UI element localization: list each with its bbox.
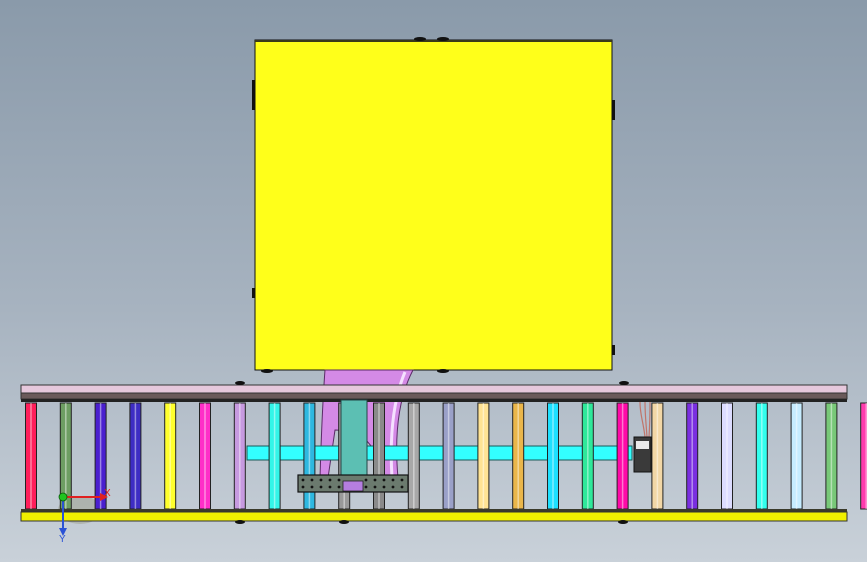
bottom-rail-bolt-3 bbox=[618, 520, 628, 524]
load-block-top-edge bbox=[255, 40, 612, 42]
top-rail-bolt-left bbox=[235, 381, 245, 385]
top-rail[interactable] bbox=[20, 381, 848, 402]
bracket-hole bbox=[364, 478, 368, 482]
bracket-hole bbox=[328, 485, 332, 489]
load-block-face bbox=[254, 39, 613, 371]
roller-group bbox=[25, 402, 867, 510]
load-block[interactable] bbox=[252, 37, 615, 373]
bottom-rail-face bbox=[20, 511, 848, 522]
top-rail-underside bbox=[21, 399, 847, 402]
side-tab-left-top bbox=[252, 80, 255, 110]
bracket-hole bbox=[337, 478, 341, 482]
drive-motor[interactable] bbox=[633, 401, 652, 473]
bracket-hole bbox=[364, 485, 368, 489]
side-tab-left-bottom bbox=[252, 288, 255, 298]
bracket-hole bbox=[391, 478, 395, 482]
y-axis-label: Y bbox=[59, 534, 66, 545]
bracket-plate bbox=[342, 480, 364, 492]
top-rail-bolt-right bbox=[619, 381, 629, 385]
bottom-rail[interactable] bbox=[20, 509, 848, 524]
bracket-hole bbox=[400, 485, 404, 489]
bracket-hole bbox=[301, 485, 305, 489]
motor-label bbox=[636, 441, 649, 449]
bracket-hole bbox=[301, 478, 305, 482]
bracket-hole bbox=[310, 485, 314, 489]
top-rail-lower-strip bbox=[20, 392, 848, 400]
bracket-hole bbox=[310, 478, 314, 482]
bolt-bottom-left bbox=[261, 369, 273, 373]
cad-viewport[interactable] bbox=[0, 0, 867, 562]
bottom-rail-bolt-1 bbox=[235, 520, 245, 524]
top-rail-face bbox=[20, 384, 848, 394]
side-tab-right-bottom bbox=[612, 345, 615, 355]
bracket-hole bbox=[337, 485, 341, 489]
bracket-hole bbox=[319, 485, 323, 489]
motor-cable bbox=[639, 401, 651, 438]
bracket-hole bbox=[400, 478, 404, 482]
bolt-top-right bbox=[437, 37, 449, 41]
origin-marker bbox=[58, 492, 68, 502]
bracket-hole bbox=[373, 485, 377, 489]
bracket-hole bbox=[382, 485, 386, 489]
bolt-bottom-right bbox=[437, 369, 449, 373]
bracket-hole bbox=[328, 478, 332, 482]
x-axis-label: X bbox=[104, 488, 111, 499]
bracket-hole bbox=[319, 478, 323, 482]
bracket-hole bbox=[373, 478, 377, 482]
bracket-hole bbox=[391, 485, 395, 489]
side-tab-right-top bbox=[612, 100, 615, 120]
carriage-block bbox=[340, 399, 368, 478]
bottom-rail-bolt-2 bbox=[339, 520, 349, 524]
bolt-top-left bbox=[414, 37, 426, 41]
bracket-hole bbox=[382, 478, 386, 482]
